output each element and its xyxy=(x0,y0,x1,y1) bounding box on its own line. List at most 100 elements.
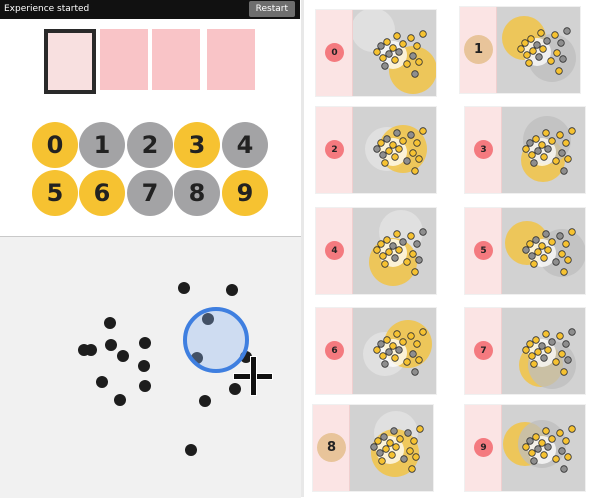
heatmap-point xyxy=(383,236,391,244)
point-dot xyxy=(105,339,117,351)
heatmap-point xyxy=(542,129,550,137)
heatmap-point xyxy=(538,141,546,149)
point-dot xyxy=(139,380,151,392)
heatmap-point xyxy=(376,449,384,457)
heatmap-point xyxy=(383,336,391,344)
heatmap-point xyxy=(395,145,403,153)
heatmap-point xyxy=(522,145,530,153)
prediction-panel-1[interactable]: 1 xyxy=(460,7,580,93)
heatmap-point xyxy=(552,455,560,463)
cursor-ring xyxy=(183,307,249,373)
heatmap-point xyxy=(381,260,389,268)
heatmap-point xyxy=(379,151,387,159)
heatmap-point xyxy=(557,39,565,47)
heatmap-point xyxy=(522,346,530,354)
heatmap-point xyxy=(540,354,548,362)
heatmap-point xyxy=(562,139,570,147)
heatmap-point xyxy=(538,439,546,447)
heatmap-point xyxy=(534,147,542,155)
heatmap-point xyxy=(548,435,556,443)
heatmap-point xyxy=(529,47,537,55)
digit-button-7[interactable]: 7 xyxy=(127,170,173,216)
point-dot xyxy=(178,282,190,294)
digit-button-3[interactable]: 3 xyxy=(174,122,220,168)
heatmap-point xyxy=(560,268,568,276)
digit-button-8[interactable]: 8 xyxy=(174,170,220,216)
heatmap-point xyxy=(552,157,560,165)
heatmap-point xyxy=(399,238,407,246)
point-dot xyxy=(185,444,197,456)
panel-digit-badge: 7 xyxy=(474,341,493,360)
heatmap-point xyxy=(373,48,381,56)
heatmap-point xyxy=(399,40,407,48)
heatmap-point xyxy=(560,167,568,175)
heatmap xyxy=(497,7,580,93)
prediction-panel-2[interactable]: 2 xyxy=(316,107,436,193)
heatmap-point xyxy=(527,35,535,43)
heatmap-point xyxy=(521,39,529,47)
heatmap-point xyxy=(393,129,401,137)
heatmap-point xyxy=(559,55,567,63)
heatmap-point xyxy=(391,354,399,362)
heatmap-point xyxy=(568,228,576,236)
prediction-panel-9[interactable]: 9 xyxy=(465,405,585,491)
heatmap-point xyxy=(400,455,408,463)
heatmap-point xyxy=(534,348,542,356)
heatmap-point xyxy=(564,453,572,461)
heatmap xyxy=(502,308,585,394)
heatmap-point xyxy=(407,332,415,340)
answer-slot-2[interactable] xyxy=(100,29,148,90)
heatmap-point xyxy=(393,32,401,40)
heatmap xyxy=(353,308,436,394)
heatmap-point xyxy=(399,137,407,145)
answer-slot-4[interactable] xyxy=(207,29,255,90)
heatmap-point xyxy=(419,328,427,336)
heatmap-point xyxy=(407,34,415,42)
heatmap-point xyxy=(532,135,540,143)
heatmap-point xyxy=(551,31,559,39)
restart-button[interactable]: Restart xyxy=(248,1,295,17)
panel-digit-badge: 5 xyxy=(474,241,493,260)
top-bar: Experience started Restart xyxy=(0,0,300,19)
digit-button-9[interactable]: 9 xyxy=(222,170,268,216)
heatmap-point xyxy=(522,246,530,254)
digit-button-6[interactable]: 6 xyxy=(79,170,125,216)
heatmap-point xyxy=(391,56,399,64)
heatmap-point xyxy=(560,368,568,376)
digit-button-1[interactable]: 1 xyxy=(79,122,125,168)
prediction-panel-3[interactable]: 3 xyxy=(465,107,585,193)
heatmap-point xyxy=(377,240,385,248)
heatmap-point xyxy=(373,246,381,254)
panel-digit-badge: 6 xyxy=(325,341,344,360)
digit-button-5[interactable]: 5 xyxy=(32,170,78,216)
prediction-panel-8[interactable]: 8 xyxy=(313,405,433,491)
heatmap-point xyxy=(409,149,417,157)
heatmap-point xyxy=(379,54,387,62)
heatmap-point xyxy=(538,242,546,250)
prediction-panel-7[interactable]: 7 xyxy=(465,308,585,394)
heatmap-point xyxy=(562,437,570,445)
heatmap-point xyxy=(415,256,423,264)
heatmap-point xyxy=(413,139,421,147)
digit-button-4[interactable]: 4 xyxy=(222,122,268,168)
heatmap-point xyxy=(416,425,424,433)
crosshair-icon-vertical xyxy=(250,356,257,396)
point-dot xyxy=(78,344,90,356)
panel-digit-badge: 4 xyxy=(325,241,344,260)
heatmap-point xyxy=(558,149,566,157)
point-dot xyxy=(138,360,150,372)
heatmap-point xyxy=(396,435,404,443)
prediction-panel-5[interactable]: 5 xyxy=(465,208,585,294)
digit-button-0[interactable]: 0 xyxy=(32,122,78,168)
answer-slot-1[interactable] xyxy=(44,29,96,94)
prediction-panel-6[interactable]: 6 xyxy=(316,308,436,394)
heatmap-point xyxy=(568,127,576,135)
heatmap-point xyxy=(564,256,572,264)
heatmap-point xyxy=(552,358,560,366)
digit-button-2[interactable]: 2 xyxy=(127,122,173,168)
answer-slot-3[interactable] xyxy=(152,29,200,90)
heatmap-point xyxy=(370,443,378,451)
prediction-panel-4[interactable]: 4 xyxy=(316,208,436,294)
heatmap-point xyxy=(548,338,556,346)
prediction-panel-0[interactable]: 0 xyxy=(316,10,436,96)
